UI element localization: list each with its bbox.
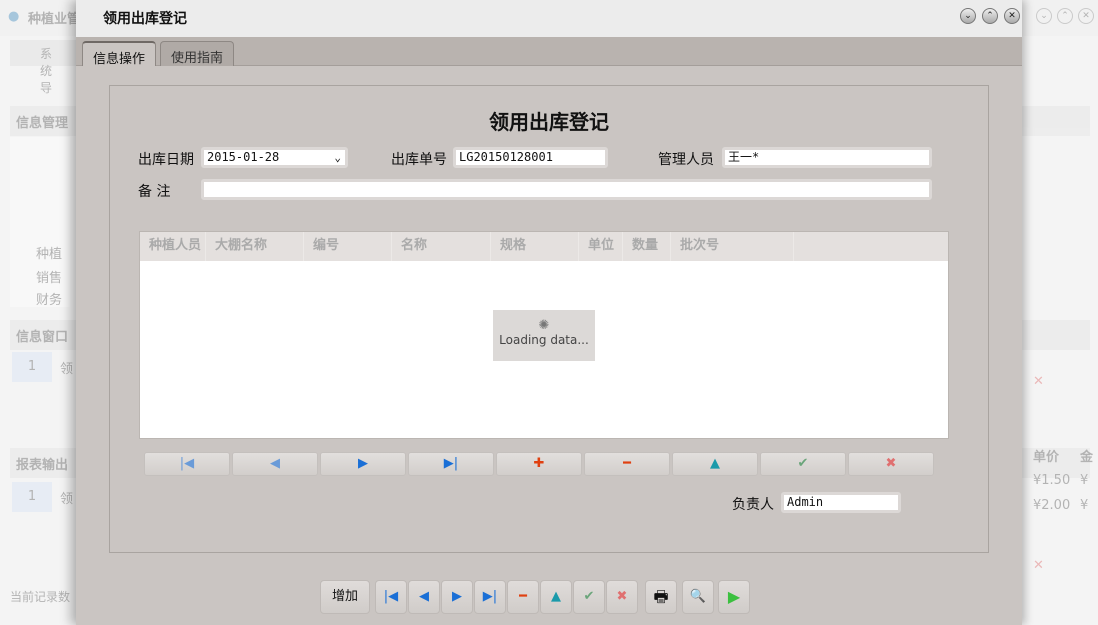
app-logo-icon: ● xyxy=(8,9,19,24)
grid-confirm-button[interactable]: ✔ xyxy=(760,452,846,476)
preview-icon: 🔍 xyxy=(690,589,706,604)
grid-first-button[interactable]: |◀ xyxy=(144,452,230,476)
tab-bar: 信息操作 使用指南 xyxy=(76,37,1022,66)
loading-text: Loading data... xyxy=(493,333,595,347)
tab-info-operation[interactable]: 信息操作 xyxy=(82,41,156,66)
form-panel: 领用出库登记 出库日期 2015-01-28 ⌄ 出库单号 LG20150128… xyxy=(109,85,989,553)
close-button[interactable]: ✕ xyxy=(1004,8,1020,24)
play-icon: ▶ xyxy=(728,587,740,606)
tab-usage-guide[interactable]: 使用指南 xyxy=(160,41,234,66)
bg-col-amount: 金 xyxy=(1080,446,1093,465)
print-button[interactable]: 🖶 xyxy=(645,580,677,614)
grid-prev-button[interactable]: ◀ xyxy=(232,452,318,476)
bg-price: ¥1.50 xyxy=(1033,473,1070,488)
form-heading: 领用出库登记 xyxy=(110,106,988,135)
grid-add-button[interactable]: ✚ xyxy=(496,452,582,476)
background-app-title: 种植业管 xyxy=(28,8,80,27)
col-greenhouse[interactable]: 大棚名称 xyxy=(206,232,304,261)
bg-row-num: 1 xyxy=(12,482,52,512)
grid-cancel-button[interactable]: ✖ xyxy=(848,452,934,476)
col-grower[interactable]: 种植人员 xyxy=(140,232,206,261)
bg-tree-item: 种植 xyxy=(36,243,62,262)
bg-cancel-icon: ✕ xyxy=(1033,374,1044,389)
col-name[interactable]: 名称 xyxy=(392,232,491,261)
delete-button[interactable]: ━ xyxy=(507,580,539,614)
date-value: 2015-01-28 xyxy=(207,150,279,164)
print-preview-button[interactable]: 🔍 xyxy=(682,580,714,614)
loading-indicator: ✺ Loading data... xyxy=(493,310,595,361)
detail-grid[interactable]: 种植人员 大棚名称 编号 名称 规格 单位 数量 批次号 ✺ Loading d… xyxy=(139,231,949,439)
order-no-input[interactable]: LG20150128001 xyxy=(453,147,608,168)
manager-label: 管理人员 xyxy=(658,149,714,169)
date-select[interactable]: 2015-01-28 ⌄ xyxy=(201,147,348,168)
grid-edit-button[interactable]: ▲ xyxy=(672,452,758,476)
next-record-button[interactable]: ▶ xyxy=(441,580,473,614)
bg-tree-item: 财务 xyxy=(36,289,62,308)
dialog-title: 领用出库登记 xyxy=(103,8,187,28)
grid-delete-button[interactable]: ━ xyxy=(584,452,670,476)
spinner-icon: ✺ xyxy=(493,318,595,333)
first-record-button[interactable]: |◀ xyxy=(375,580,407,614)
bg-row-text: 领 xyxy=(60,358,73,377)
maximize-button[interactable]: ⌃ xyxy=(982,8,998,24)
bg-close-icon: ✕ xyxy=(1078,8,1094,24)
bg-maximize-icon: ⌃ xyxy=(1057,8,1073,24)
col-spec[interactable]: 规格 xyxy=(491,232,579,261)
save-button[interactable]: ✔ xyxy=(573,580,605,614)
responsible-input[interactable]: Admin xyxy=(781,492,901,513)
last-record-button[interactable]: ▶| xyxy=(474,580,506,614)
chevron-down-icon: ⌄ xyxy=(334,150,341,165)
dialog-titlebar[interactable]: 领用出库登记 ⌄ ⌃ ✕ xyxy=(76,0,1022,37)
date-label: 出库日期 xyxy=(138,149,194,169)
bg-status: 当前记录数 xyxy=(10,588,70,605)
col-quantity[interactable]: 数量 xyxy=(623,232,671,261)
col-code[interactable]: 编号 xyxy=(304,232,392,261)
bg-row-text: 领 xyxy=(60,488,73,507)
prev-record-button[interactable]: ◀ xyxy=(408,580,440,614)
manager-input[interactable]: 王一* xyxy=(722,147,932,168)
col-batch[interactable]: 批次号 xyxy=(671,232,794,261)
bg-minimize-icon: ⌄ xyxy=(1036,8,1052,24)
add-button[interactable]: 增加 xyxy=(320,580,370,614)
remark-label: 备 注 xyxy=(138,181,170,201)
remark-input[interactable] xyxy=(201,179,932,200)
run-button[interactable]: ▶ xyxy=(718,580,750,614)
bg-tree: 种植 销售 财务 xyxy=(10,137,70,307)
printer-icon: 🖶 xyxy=(653,587,668,606)
responsible-label: 负责人 xyxy=(732,494,774,514)
col-unit[interactable]: 单位 xyxy=(579,232,623,261)
minimize-button[interactable]: ⌄ xyxy=(960,8,976,24)
bg-cancel-icon: ✕ xyxy=(1033,558,1044,573)
order-no-label: 出库单号 xyxy=(391,149,447,169)
bg-col-price: 单价 xyxy=(1033,446,1059,465)
bg-price: ¥ xyxy=(1080,473,1088,488)
bg-tab: 系统导 xyxy=(10,40,80,66)
edit-button[interactable]: ▲ xyxy=(540,580,572,614)
bg-tree-item: 销售 xyxy=(36,267,62,286)
grid-next-button[interactable]: ▶ xyxy=(320,452,406,476)
grid-header: 种植人员 大棚名称 编号 名称 规格 单位 数量 批次号 xyxy=(140,232,948,261)
dialog-window: 领用出库登记 ⌄ ⌃ ✕ 信息操作 使用指南 领用出库登记 出库日期 2015-… xyxy=(76,0,1022,625)
cancel-button[interactable]: ✖ xyxy=(606,580,638,614)
grid-last-button[interactable]: ▶| xyxy=(408,452,494,476)
bg-price: ¥ xyxy=(1080,498,1088,513)
bg-price: ¥2.00 xyxy=(1033,498,1070,513)
bg-row-num: 1 xyxy=(12,352,52,382)
